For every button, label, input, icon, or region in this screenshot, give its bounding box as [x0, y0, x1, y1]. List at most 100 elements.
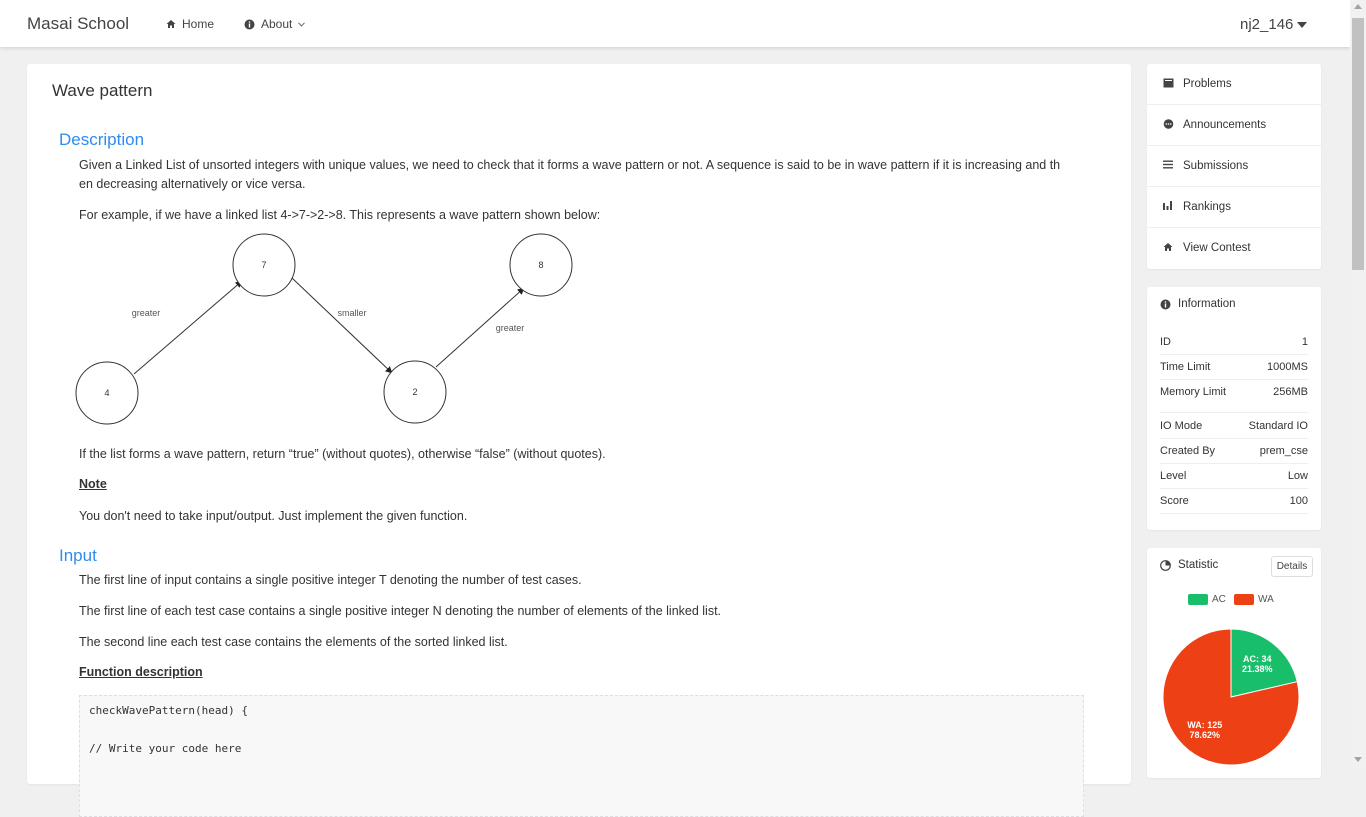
note-heading: Note: [79, 477, 107, 491]
brand-logo[interactable]: Masai School: [27, 14, 129, 34]
info-icon: [1160, 299, 1171, 309]
info-value: Low: [1287, 470, 1308, 482]
info-key: IO Mode: [1160, 420, 1203, 432]
diagram-node-4: 8: [538, 260, 543, 270]
info-row-io-mode: IO Mode Standard IO: [1160, 414, 1308, 439]
nav-home-label: Home: [182, 17, 215, 31]
home-icon: [1163, 243, 1173, 251]
code-block: checkWavePattern(head) { // Write your c…: [79, 695, 1084, 817]
diagram-edge-label-2: smaller: [337, 308, 366, 318]
nav-home[interactable]: Home: [166, 17, 214, 31]
user-menu[interactable]: nj2_146: [1240, 16, 1308, 33]
information-heading-label: Information: [1178, 298, 1236, 310]
sidebar-item-label: Announcements: [1183, 119, 1267, 131]
description-line-1: Given a Linked List of unsorted integers…: [79, 158, 1061, 172]
description-heading: Description: [59, 130, 145, 149]
bar-chart-icon: [1163, 201, 1172, 210]
pie-label-wa-percent: 78.62%: [1189, 730, 1220, 740]
diagram-node-1: 4: [104, 388, 109, 398]
info-row-id: ID 1: [1160, 330, 1308, 355]
legend-wa[interactable]: WA: [1234, 594, 1274, 605]
info-key: Score: [1160, 495, 1189, 507]
info-key: Time Limit: [1160, 361, 1211, 373]
input-paragraph-1: The first line of input contains a singl…: [79, 573, 582, 587]
pie-label-wa-count: WA: 125: [1187, 720, 1222, 730]
sidebar-item-label: Submissions: [1183, 160, 1249, 172]
info-row-memory-limit: Memory Limit 256MB: [1160, 380, 1308, 413]
sidebar-item-view-contest[interactable]: View Contest: [1147, 228, 1321, 268]
diagram-edge-2: [291, 277, 393, 374]
scroll-up-arrow[interactable]: [1354, 4, 1362, 9]
info-row-created-by: Created By prem_cse: [1160, 439, 1308, 464]
info-value: 1000MS: [1267, 361, 1308, 373]
info-key: Level: [1160, 470, 1187, 482]
username: nj2_146: [1240, 16, 1294, 33]
info-key: Created By: [1160, 445, 1216, 457]
sidebar-item-rankings[interactable]: Rankings: [1147, 187, 1321, 228]
statistic-panel: Statistic Details AC WA AC: 34 21.38% WA: …: [1147, 548, 1321, 778]
info-value: 100: [1289, 495, 1308, 507]
input-paragraph-2: The first line of each test case contain…: [79, 604, 722, 618]
description-line-2: en decreasing alternatively or vice vers…: [79, 177, 306, 191]
description-paragraph-3: If the list forms a wave pattern, return…: [79, 447, 606, 461]
diagram-edge-label-3: greater: [496, 323, 525, 333]
info-key: ID: [1160, 336, 1171, 348]
pie-icon: [1160, 559, 1171, 571]
info-key: Memory Limit: [1160, 386, 1227, 398]
info-value: 1: [1301, 336, 1308, 348]
note-text: You don't need to take input/output. Jus…: [79, 509, 468, 523]
wave-pattern-diagram: 4 7 2 8 greater smaller greater: [75, 233, 573, 425]
info-row-level: Level Low: [1160, 464, 1308, 489]
top-navbar: Masai School Home About nj2_146: [0, 0, 1350, 47]
scroll-down-arrow[interactable]: [1354, 757, 1362, 762]
info-icon: [244, 19, 255, 29]
input-paragraph-3: The second line each test case contains …: [79, 635, 508, 649]
statistic-heading: Statistic: [1160, 559, 1218, 571]
pie-label-ac-percent: 21.38%: [1242, 664, 1273, 674]
code-line-2: // Write your code here: [89, 742, 242, 755]
sidebar-item-problems[interactable]: Problems: [1147, 64, 1321, 105]
sidebar-item-label: View Contest: [1183, 242, 1251, 254]
chat-icon: [1163, 119, 1174, 129]
info-row-score: Score 100: [1160, 489, 1308, 514]
list-icon: [1163, 160, 1173, 169]
problem-title: Wave pattern: [52, 81, 153, 100]
sidebar-item-announcements[interactable]: Announcements: [1147, 105, 1321, 146]
legend-ac-swatch: [1188, 594, 1208, 605]
diagram-edge-1: [133, 280, 243, 375]
description-paragraph-1: Given a Linked List of unsorted integers…: [79, 156, 1089, 194]
diagram-node-3: 2: [412, 387, 417, 397]
scroll-thumb[interactable]: [1352, 18, 1364, 270]
caret-down-icon: [1297, 21, 1308, 28]
chevron-down-icon: [298, 21, 306, 27]
sidebar-menu: Problems Announcements Submissions Ranki…: [1147, 64, 1321, 269]
description-paragraph-2: For example, if we have a linked list 4-…: [79, 208, 601, 222]
problem-card: Wave pattern Description Given a Linked …: [27, 64, 1131, 817]
sidebar-item-label: Rankings: [1183, 201, 1231, 213]
legend-wa-swatch: [1234, 594, 1254, 605]
info-row-time-limit: Time Limit 1000MS: [1160, 355, 1308, 380]
statistic-heading-label: Statistic: [1178, 559, 1219, 571]
statistic-pie-chart: AC: 3421.38% WA: 12578.62%: [1162, 628, 1300, 766]
nav-about-label: About: [261, 17, 293, 31]
legend-wa-label: WA: [1258, 594, 1274, 605]
information-panel: Information ID 1 Time Limit 1000MS Memor…: [1147, 287, 1321, 530]
pie-label-ac-count: AC: 34: [1243, 654, 1272, 664]
info-value: Standard IO: [1248, 420, 1308, 432]
information-heading: Information: [1160, 298, 1236, 310]
book-icon: [1163, 78, 1174, 88]
info-value: 256MB: [1273, 386, 1308, 398]
home-icon: [166, 20, 176, 28]
legend-ac[interactable]: AC: [1188, 594, 1226, 605]
function-description-heading: Function description: [79, 665, 203, 679]
info-value: prem_cse: [1259, 445, 1308, 457]
sidebar-item-label: Problems: [1183, 78, 1232, 90]
legend-ac-label: AC: [1212, 594, 1226, 605]
nav-about[interactable]: About: [244, 17, 306, 31]
sidebar-item-submissions[interactable]: Submissions: [1147, 146, 1321, 187]
input-heading: Input: [59, 546, 97, 565]
diagram-node-2: 7: [261, 260, 266, 270]
page-scrollbar[interactable]: [1350, 0, 1366, 768]
code-line-1: checkWavePattern(head) {: [89, 704, 248, 717]
details-button[interactable]: Details: [1271, 556, 1313, 577]
